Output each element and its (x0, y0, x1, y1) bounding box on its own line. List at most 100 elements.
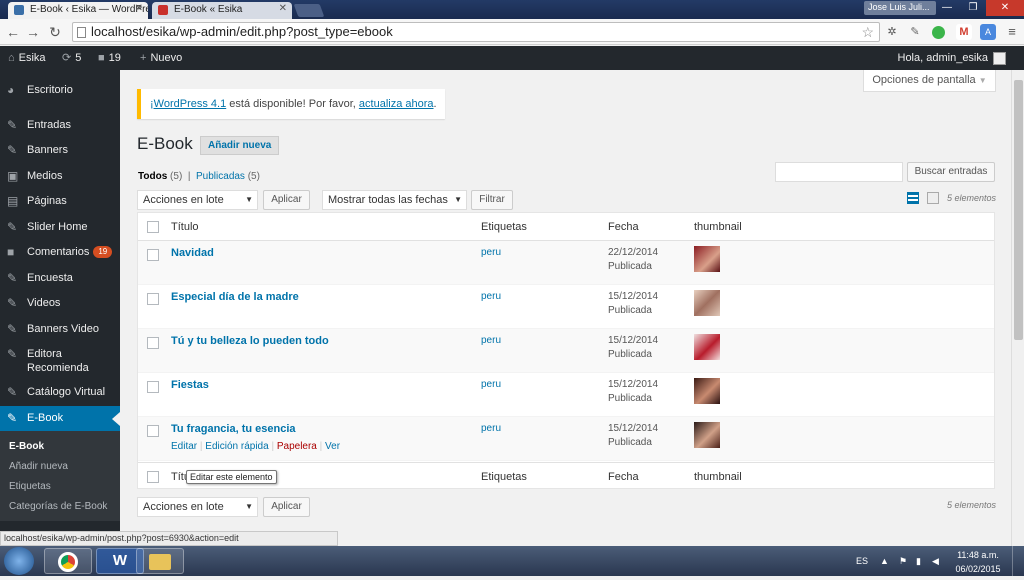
page-scrollbar[interactable] (1011, 70, 1024, 546)
row-checkbox[interactable] (147, 337, 159, 349)
tab-close-icon[interactable]: ✕ (279, 3, 287, 14)
row-checkbox[interactable] (147, 293, 159, 305)
tray-network-icon[interactable]: ▮ (916, 554, 921, 568)
close-window-button[interactable]: ✕ (986, 0, 1024, 16)
sidebar-item-ebook[interactable]: ✎ E-Book (0, 405, 120, 431)
table-row: Tu fragancia, tu esencia Editar | Edició… (138, 417, 994, 461)
tray-clock[interactable]: 11:48 a.m. 06/02/2015 (950, 548, 1006, 576)
tag-link[interactable]: peru (481, 423, 501, 434)
start-button[interactable] (4, 547, 34, 575)
new-content-link[interactable]: + Nuevo (140, 46, 182, 70)
site-name-link[interactable]: ⌂ Esika (8, 46, 46, 70)
tag-link[interactable]: peru (481, 291, 501, 302)
scrollbar-thumb[interactable] (1014, 80, 1023, 340)
menu-icon[interactable]: ≡ (1004, 24, 1020, 40)
submenu-item-ebook[interactable]: E-Book (0, 437, 120, 457)
caret-down-icon: ▼ (978, 76, 987, 85)
submenu-item-categories[interactable]: Categorías de E-Book (0, 497, 120, 517)
post-title-link[interactable]: Tu fragancia, tu esencia (171, 423, 296, 435)
bulk-actions-select-bottom[interactable]: Acciones en lote ▼ (137, 497, 258, 517)
account-link[interactable]: Hola, admin_esika (898, 46, 1006, 70)
sidebar-item-slider-home[interactable]: ✎ Slider Home (0, 215, 120, 241)
update-now-link[interactable]: actualiza ahora (359, 98, 434, 110)
filter-published-link[interactable]: Publicadas (196, 171, 245, 182)
updates-link[interactable]: ⟳ 5 (62, 46, 81, 70)
view-link[interactable]: Ver (325, 441, 340, 452)
new-tab-button[interactable] (293, 4, 325, 17)
search-input[interactable] (775, 162, 903, 182)
wordpress-version-link[interactable]: ¡WordPress 4.1 (150, 98, 226, 110)
quick-edit-link[interactable]: Edición rápida (205, 441, 268, 452)
chrome-taskbar-button[interactable] (44, 548, 92, 574)
apply-button[interactable]: Aplicar (263, 190, 310, 210)
filter-button[interactable]: Filtrar (471, 190, 513, 210)
tag-link[interactable]: peru (481, 335, 501, 346)
excerpt-view-icon[interactable] (927, 192, 939, 204)
tray-arrow-icon[interactable]: ▲ (880, 554, 889, 568)
gmail-icon[interactable]: M (956, 24, 972, 40)
sidebar-item-banners-video[interactable]: ✎ Banners Video (0, 317, 120, 343)
sidebar-item-paginas[interactable]: ▤ Páginas (0, 189, 120, 215)
trash-link[interactable]: Papelera (277, 441, 317, 452)
tray-volume-icon[interactable]: ◀ (932, 554, 939, 568)
column-date-header[interactable]: Fecha (608, 221, 639, 233)
address-bar[interactable]: localhost/esika/wp-admin/edit.php?post_t… (72, 22, 880, 42)
post-title-link[interactable]: Navidad (171, 247, 214, 259)
apply-button-bottom[interactable]: Aplicar (263, 497, 310, 517)
home-icon: ⌂ (8, 52, 15, 64)
sidebar-item-escritorio[interactable]: ◕ Escritorio (0, 78, 120, 104)
row-checkbox[interactable] (147, 381, 159, 393)
translate-icon[interactable]: A (980, 24, 996, 40)
search-posts-button[interactable]: Buscar entradas (907, 162, 995, 182)
sidebar-item-entradas[interactable]: ✎ Entradas (0, 113, 120, 139)
forward-button[interactable]: → (24, 23, 42, 41)
sidebar-item-comentarios[interactable]: ■ Comentarios 19 (0, 240, 120, 266)
list-view-icon[interactable] (907, 192, 919, 204)
browser-tab[interactable]: E-Book « Esika ✕ (152, 2, 292, 19)
word-icon: W (112, 552, 128, 569)
column-date-footer[interactable]: Fecha (608, 471, 639, 483)
select-all-checkbox-footer[interactable] (147, 471, 159, 483)
bulk-actions-select[interactable]: Acciones en lote ▼ (137, 190, 258, 210)
extension-bug-icon[interactable]: ✲ (884, 24, 900, 40)
date-filter-select[interactable]: Mostrar todas las fechas ▼ (322, 190, 467, 210)
browser-tab-active[interactable]: E-Book ‹ Esika — WordPre ✕ (8, 2, 148, 19)
tag-link[interactable]: peru (481, 247, 501, 258)
post-title-link[interactable]: Tú y tu belleza lo pueden todo (171, 335, 329, 347)
sidebar-item-medios[interactable]: ▣ Medios (0, 164, 120, 190)
comments-link[interactable]: ■ 19 (98, 46, 121, 70)
row-checkbox[interactable] (147, 249, 159, 261)
submenu-item-add-new[interactable]: Añadir nueva (0, 457, 120, 477)
bookmark-star-icon[interactable]: ☆ (861, 23, 874, 41)
submenu-item-tags[interactable]: Etiquetas (0, 477, 120, 497)
extension-green-icon[interactable] (932, 26, 945, 39)
sidebar-item-banners[interactable]: ✎ Banners (0, 138, 120, 164)
tag-link[interactable]: peru (481, 379, 501, 390)
maximize-button[interactable]: ❐ (960, 0, 986, 16)
edit-link[interactable]: Editar (171, 441, 197, 452)
tab-close-icon[interactable]: ✕ (135, 3, 143, 14)
explorer-taskbar-button[interactable] (136, 548, 184, 574)
tray-flag-icon[interactable]: ⚑ (899, 554, 907, 568)
browser-toolbar: ← → ↻ localhost/esika/wp-admin/edit.php?… (0, 19, 1024, 45)
sidebar-item-catalogo-virtual[interactable]: ✎ Catálogo Virtual (0, 380, 120, 406)
show-desktop-button[interactable] (1012, 546, 1024, 576)
extension-edit-icon[interactable]: ✎ (907, 24, 923, 40)
sidebar-item-encuesta[interactable]: ✎ Encuesta (0, 266, 120, 292)
ebook-submenu: E-Book Añadir nueva Etiquetas Categorías… (0, 431, 120, 521)
add-new-button[interactable]: Añadir nueva (200, 136, 280, 155)
reload-button[interactable]: ↻ (46, 23, 64, 41)
minimize-button[interactable]: — (934, 0, 960, 16)
post-title-link[interactable]: Especial día de la madre (171, 291, 299, 303)
post-title-link[interactable]: Fiestas (171, 379, 209, 391)
filter-all-link[interactable]: Todos (138, 171, 167, 182)
row-checkbox[interactable] (147, 425, 159, 437)
back-button[interactable]: ← (4, 23, 22, 41)
language-indicator[interactable]: ES (856, 554, 868, 568)
select-all-checkbox[interactable] (147, 221, 159, 233)
sidebar-item-editora-recomienda[interactable]: ✎ Editora Recomienda (0, 342, 110, 380)
column-title-header[interactable]: Título (171, 221, 199, 233)
profile-chip[interactable]: Jose Luis Juli... (864, 1, 936, 15)
sidebar-item-videos[interactable]: ✎ Videos (0, 291, 120, 317)
screen-options-button[interactable]: Opciones de pantalla ▼ (863, 70, 996, 92)
